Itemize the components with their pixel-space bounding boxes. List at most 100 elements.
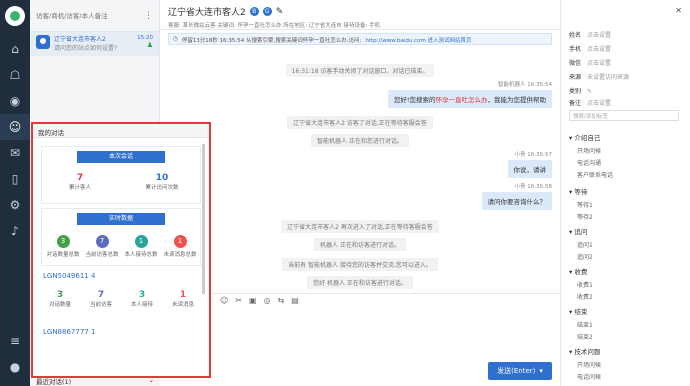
field-category[interactable]: 类别 ✎ (569, 86, 592, 95)
tag-item[interactable]: 客户联系电话 (577, 170, 613, 179)
input-toolbar: ☺ ✂ ▣ ◎ ⇆ ▤ (160, 293, 560, 307)
tag-item[interactable]: 电话问候 (577, 372, 601, 381)
visitor-avatar-icon (36, 35, 50, 49)
stat-current-visitors: 7 当前访客总数 (85, 235, 119, 258)
tag-item[interactable]: 结束2 (577, 332, 593, 341)
chat-icon[interactable]: ◉ (0, 88, 30, 114)
field-name[interactable]: 姓名 点击设置 (569, 30, 611, 39)
tag-item[interactable]: 电话沟通 (577, 158, 601, 167)
tag-search-input[interactable]: 搜索/添加标签 (569, 110, 679, 121)
mail-icon[interactable]: ✉ (0, 140, 30, 166)
conversation-item[interactable]: 辽宁省大连市客人2 请问您的站点如何设置? 15:20 ♟ (30, 32, 159, 56)
send-button[interactable]: 发送(Enter) ▾ (488, 362, 552, 380)
realtime-stats-title: 实时数据 (77, 213, 165, 225)
system-message: 智能机器人 正在和您进行对话。 (160, 134, 560, 147)
agent-message: 小青 16:35:58 请问你要咨询什么？ (481, 182, 552, 210)
edit-icon[interactable]: ✎ (276, 7, 284, 17)
agent-id[interactable]: LGN8867777 1 (43, 328, 95, 336)
agent-stat-visitors: 7 当前访客 (89, 290, 112, 308)
stat-unread: 1 未读消息总数 (163, 235, 197, 258)
agent-stat-reception: 3 本人接待 (130, 290, 153, 308)
my-conversations-popup: 我的对话 本次会话 7 累计客人 10 累计访问次数 实时数据 3 对话数量总数… (31, 122, 211, 378)
home-icon[interactable]: ⌂ (0, 36, 30, 62)
settings-icon[interactable]: ⚙ (0, 192, 30, 218)
agent-stat-conversations: 3 对话数量 (48, 290, 71, 308)
bell-icon[interactable]: ♪ (0, 218, 30, 244)
online-user-icon: ♟ (146, 41, 153, 49)
stat-my-reception: 1 本人接待总数 (124, 235, 158, 258)
tag-item[interactable]: 开场问候 (577, 360, 601, 369)
tag-group[interactable]: ▾ 等待 (569, 186, 587, 196)
field-phone[interactable]: 手机 点击设置 (569, 44, 611, 53)
edit-icon[interactable]: ✎ (587, 88, 592, 95)
tag-item[interactable]: 收费2 (577, 292, 593, 301)
conversation-search-input[interactable] (36, 8, 144, 23)
conversation-name: 辽宁省大连市客人2 (54, 36, 106, 43)
chat-title: 辽宁省大连市客人2 (168, 8, 246, 18)
popup-title: 我的对话 (33, 124, 209, 138)
robot-icon[interactable]: ☖ (0, 62, 30, 88)
chat-meta: 客服: 某长微站云客 关键词: 怀孕一直吐怎么办 所在地区: 辽宁省大连市 接待… (168, 23, 381, 29)
message-bubble: 你说，请讲 (507, 160, 552, 178)
tag-item[interactable]: 追问2 (577, 252, 593, 261)
clock-icon: ◷ (173, 36, 178, 42)
message-sender: 小青 16:35:58 (514, 184, 552, 190)
tag-item[interactable]: 追问1 (577, 240, 593, 249)
mobile-icon[interactable]: ▯ (0, 166, 30, 192)
field-source[interactable]: 来源 未设置访问来源 (569, 72, 629, 81)
scissors-icon[interactable]: ✂ (235, 296, 242, 305)
more-options-icon[interactable]: ⋮ (144, 11, 153, 21)
stat-total-visits: 10 累计访问次数 (145, 173, 179, 191)
visit-notice-text: 停留13分18秒 16:35:54 从搜索引擎,搜索关键词怀孕一直吐怎么办,访问… (181, 38, 362, 44)
menu-icon[interactable]: ≡ (0, 328, 30, 354)
transfer-icon[interactable]: ⇆ (278, 296, 285, 305)
close-icon[interactable]: ✕ (675, 6, 682, 15)
tag-item[interactable]: 收费1 (577, 280, 593, 289)
smile-icon[interactable]: ☺ (220, 296, 228, 305)
chat-panel: 辽宁省大连市客人2 B G ✎ 客服: 某长微站云客 关键词: 怀孕一直吐怎么办… (160, 0, 560, 386)
visit-notice: ◷ 停留13分18秒 16:35:54 从搜索引擎,搜索关键词怀孕一直吐怎么办,… (168, 33, 552, 45)
tag-group[interactable]: ▾ 结束 (569, 306, 587, 316)
message-sender: 小青 16:35:57 (514, 152, 552, 158)
realtime-stats-card: 实时数据 3 对话数量总数 7 当前访客总数 1 本人接待总数 1 未读消息总数 (41, 208, 201, 266)
field-wechat[interactable]: 微信 点击设置 (569, 58, 611, 67)
agent-id[interactable]: LGN5049611 4 (43, 272, 95, 280)
tag-group[interactable]: ▾ 追问 (569, 226, 587, 236)
location-icon[interactable]: ◎ (264, 296, 271, 305)
baidu-badge-icon: B (249, 7, 259, 16)
user-icon[interactable]: ● (0, 354, 30, 380)
stat-total-guests: 7 累计客人 (68, 173, 91, 191)
conversation-preview: 请问您的站点如何设置? (54, 45, 118, 52)
agent-stat-unread: 1 未读消息 (171, 290, 194, 308)
tag-group[interactable]: ▾ 技术问题 (569, 346, 600, 356)
contacts-icon[interactable]: ☺ (0, 114, 30, 140)
stat-conversations: 3 对话数量总数 (46, 235, 80, 258)
system-message: 辽宁省大连市客人2 再次进入了对话,正在等待客服会答 (160, 220, 560, 233)
file-icon[interactable]: ▤ (291, 296, 299, 305)
tag-group[interactable]: ▾ 收费 (569, 266, 587, 276)
google-badge-icon: G (262, 7, 272, 16)
visitor-info-panel: ✕ 姓名 点击设置 手机 点击设置 微信 点击设置 来源 未设置访问来源 类别 ✎ 备注点… (560, 0, 690, 386)
system-message: 机器人 正在和访客进行对话。 (160, 238, 560, 251)
session-stats-card: 本次会话 7 累计客人 10 累计访问次数 (41, 146, 201, 204)
system-message: 您好 机器人 正在和访客进行对话。 (160, 276, 560, 289)
image-icon[interactable]: ▣ (249, 296, 257, 305)
chat-header: 辽宁省大连市客人2 B G ✎ 客服: 某长微站云客 关键词: 怀孕一直吐怎么办… (160, 0, 560, 30)
system-message: 当前有 智能机器人 接待您的访客并交流,您可以进入。 (160, 258, 560, 271)
tag-item[interactable]: 结束1 (577, 320, 593, 329)
field-note[interactable]: 备注 点击设置 (569, 98, 611, 107)
system-message: 辽宁省大连市客人2 访客了对话,正在等待客服会答 (160, 116, 560, 129)
session-stats-title: 本次会话 (77, 151, 165, 163)
tag-item[interactable]: 开场问候 (577, 146, 601, 155)
message-sender: 智能机器人 16:35:54 (498, 82, 552, 88)
app-logo (5, 6, 25, 26)
popup-scrollbar[interactable] (202, 144, 205, 294)
tag-item[interactable]: 等待1 (577, 200, 593, 209)
tag-group[interactable]: ▾ 介绍自己 (569, 132, 600, 142)
chevron-down-icon: ▾ (539, 367, 543, 375)
tag-item[interactable]: 等待2 (577, 212, 593, 221)
keyword-highlight: 怀孕一直吐怎么办 (435, 96, 488, 104)
system-message: 16:31:18 访客手动关闭了对话窗口，对话已结束。 (160, 64, 560, 77)
visit-notice-link[interactable]: http://www.baidu.com 进入测试网站首页 (365, 36, 471, 44)
agent-message: 小青 16:35:57 你说，请讲 (507, 150, 552, 178)
